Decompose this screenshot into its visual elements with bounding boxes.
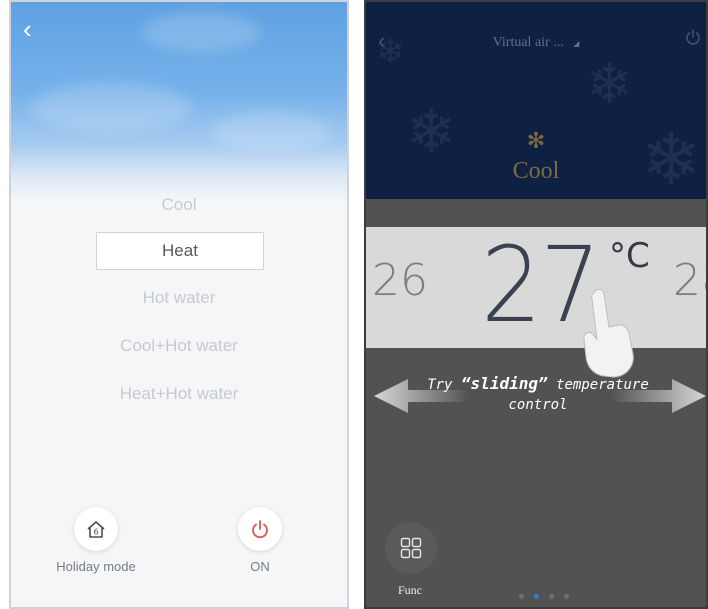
page-dot-active[interactable] (534, 594, 539, 599)
back-chevron-left-icon[interactable]: ‹ (23, 16, 32, 42)
snowflake-decoration-icon: ❄ (586, 52, 633, 117)
mode-label: Cool (512, 158, 560, 184)
page-dot[interactable] (564, 594, 569, 599)
page-dot[interactable] (519, 594, 524, 599)
func-button[interactable] (385, 522, 437, 574)
ac-control-screen: ❄ ❄ ❄ ❄ ‹ Virtual air ... ◢ ✻ Cool 26 27… (364, 0, 708, 609)
grid-icon (400, 537, 422, 559)
mode-option-heat-hot-water[interactable]: Heat+Hot water (11, 384, 347, 404)
device-title[interactable]: Virtual air ... ◢ (366, 35, 706, 51)
page-indicator (519, 594, 569, 599)
mode-option-cool-hot-water[interactable]: Cool+Hot water (11, 336, 347, 356)
mode-option-heat-selected[interactable]: Heat (96, 232, 264, 270)
dropdown-triangle-icon: ◢ (573, 39, 580, 48)
holiday-mode-label: Holiday mode (56, 559, 136, 574)
temperature-unit: °C (609, 236, 650, 276)
power-on-button[interactable] (238, 507, 282, 551)
temperature-prev[interactable]: 26 (372, 255, 428, 306)
mode-option-cool[interactable]: Cool (11, 195, 347, 215)
power-button[interactable] (684, 28, 702, 51)
temperature-next[interactable]: 28 (673, 255, 706, 306)
power-icon (686, 29, 700, 45)
power-on-label: ON (250, 559, 270, 574)
func-label: Func (398, 583, 422, 597)
mode-option-hot-water[interactable]: Hot water (11, 288, 347, 308)
slide-hint: Try “sliding” temperature control (427, 374, 649, 413)
holiday-mode-button[interactable]: 6 (74, 507, 118, 551)
holiday-badge: 6 (93, 528, 98, 537)
finger-pointer-icon (583, 288, 634, 378)
mode-select-screen: ‹ Cool Heat Hot water Cool+Hot water Hea… (9, 0, 349, 609)
snowflake-icon: ✻ (526, 129, 546, 154)
house-icon: 6 (87, 521, 105, 538)
sky-background (11, 2, 347, 202)
power-icon (252, 520, 268, 539)
page-dot[interactable] (549, 594, 554, 599)
